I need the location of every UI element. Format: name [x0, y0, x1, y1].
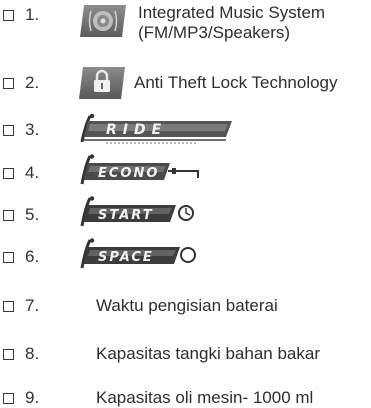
checkbox-5[interactable] — [3, 210, 14, 221]
item-label-9: Kapasitas oli mesin- 1000 ml — [96, 388, 314, 407]
item-number-2: 2. — [25, 73, 40, 92]
item-label-8: Kapasitas tangki bahan bakar — [96, 344, 320, 363]
item-label-2: Anti Theft Lock Technology — [134, 73, 338, 92]
ride-logo-text: RIDE — [106, 122, 167, 138]
music-system-icon — [78, 3, 128, 39]
item-number-7: 7. — [25, 296, 40, 315]
item-label-7: Waktu pengisian baterai — [96, 296, 278, 315]
item-number-5: 5. — [25, 205, 40, 224]
checkbox-7[interactable] — [3, 301, 14, 312]
checkbox-3[interactable] — [3, 125, 14, 136]
checkbox-8[interactable] — [3, 349, 14, 360]
checkbox-6[interactable] — [3, 252, 14, 263]
i-start-logo: START — [76, 196, 206, 230]
i-econo-logo: ECONO — [76, 154, 206, 188]
item-number-4: 4. — [25, 163, 40, 182]
item-number-1: 1. — [25, 5, 40, 24]
item-number-3: 3. — [25, 120, 40, 139]
padlock-icon — [78, 66, 126, 100]
checkbox-2[interactable] — [3, 78, 14, 89]
item-number-9: 9. — [25, 388, 40, 407]
i-space-logo: SPACE — [76, 238, 206, 272]
econo-logo-text: ECONO — [98, 166, 159, 181]
i-ride-logo: RIDE — [76, 112, 236, 148]
start-logo-text: START — [98, 208, 154, 223]
item-number-6: 6. — [25, 247, 40, 266]
space-logo-text: SPACE — [98, 250, 154, 265]
checkbox-1[interactable] — [3, 10, 14, 21]
item-label-1b: (FM/MP3/Speakers) — [138, 23, 291, 42]
item-number-8: 8. — [25, 344, 40, 363]
checkbox-4[interactable] — [3, 168, 14, 179]
item-label-1a: Integrated Music System — [138, 3, 326, 22]
checkbox-9[interactable] — [3, 393, 14, 404]
